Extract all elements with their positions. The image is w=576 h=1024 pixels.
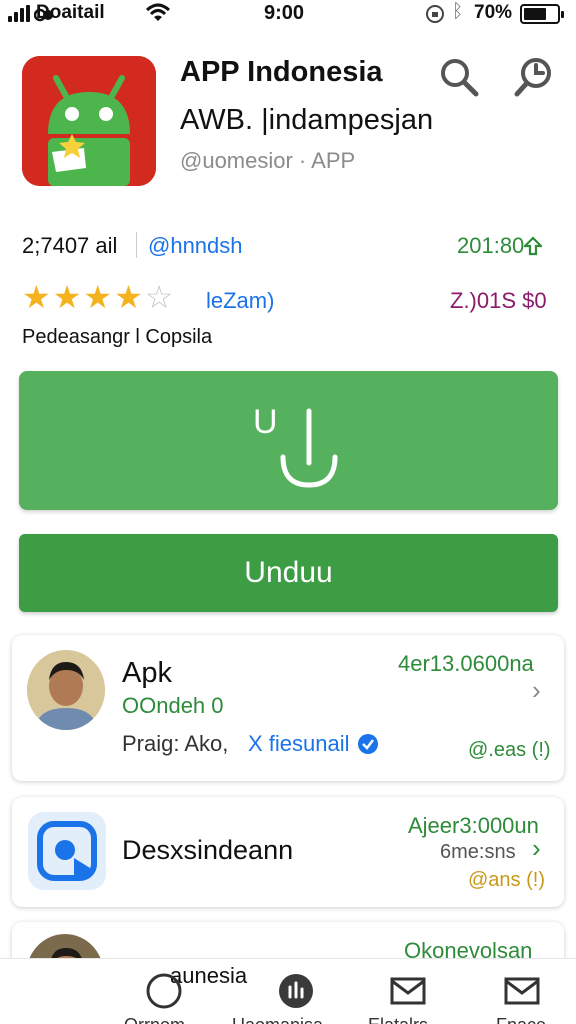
apps-icon bbox=[279, 974, 313, 1008]
downloads-count: 2;7407 ail bbox=[22, 233, 118, 258]
wifi-icon bbox=[146, 3, 170, 21]
circle-icon bbox=[146, 973, 182, 1009]
bluetooth-icon: ᛒ bbox=[452, 1, 464, 22]
android-robot-icon bbox=[22, 56, 156, 186]
rating-stars: ★ ★ ★ ★ ☆ bbox=[22, 280, 173, 314]
card-meta-mid: 6me:sns bbox=[440, 841, 516, 863]
star-icon: ★ bbox=[114, 279, 143, 315]
nav-label-apps: Uaomanisa bbox=[232, 1015, 323, 1024]
history-icon[interactable] bbox=[512, 54, 556, 98]
nav-item-home[interactable] bbox=[140, 967, 188, 1015]
mail-icon bbox=[504, 977, 540, 1005]
touch-icon bbox=[280, 408, 338, 488]
open-button[interactable]: U bbox=[19, 371, 558, 510]
card-detail: Praig: Ako, bbox=[122, 731, 229, 756]
star-icon: ★ bbox=[52, 279, 82, 315]
card-meta-top: 4er13.0600na bbox=[398, 651, 534, 676]
price-label: Z.)01S $0 bbox=[450, 288, 547, 313]
app-icon bbox=[22, 56, 156, 186]
card-meta-bottom: @ans (!) bbox=[468, 869, 545, 891]
divider bbox=[136, 232, 137, 258]
nav-label-home: Orrnom bbox=[124, 1015, 185, 1024]
bottom-navigation: aunesia Orrnom Uaomanisa Elatalrs Fnace bbox=[0, 958, 576, 1024]
search-icon[interactable] bbox=[436, 54, 480, 98]
battery-icon bbox=[520, 4, 564, 24]
chevron-right-icon[interactable]: › bbox=[532, 833, 541, 864]
rating-label[interactable]: leZam) bbox=[206, 288, 274, 314]
clock: 9:00 bbox=[264, 2, 305, 24]
star-icon: ☆ bbox=[144, 279, 174, 315]
size-info: 201:80 bbox=[457, 233, 543, 259]
card-meta-top: Ajeer3:000un bbox=[408, 813, 539, 838]
category-label: Pedeasangr l Copsila bbox=[22, 326, 213, 348]
nav-item-inbox[interactable] bbox=[498, 967, 546, 1015]
mail-icon bbox=[390, 977, 426, 1005]
app-tile-icon bbox=[28, 812, 106, 890]
rotation-lock-icon bbox=[426, 5, 444, 23]
card-link[interactable]: X fiesunail bbox=[248, 731, 350, 757]
app-subtitle: AWB. |indampesjan bbox=[180, 104, 434, 136]
card-meta-bottom: @.eas (!) bbox=[468, 739, 551, 761]
chevron-right-icon[interactable]: › bbox=[532, 675, 541, 706]
nav-item-messages[interactable] bbox=[384, 967, 432, 1015]
developer-handle-link[interactable]: @hnndsh bbox=[148, 233, 243, 259]
avatar bbox=[27, 650, 105, 730]
nav-item-apps[interactable] bbox=[272, 967, 320, 1015]
download-button[interactable]: Unduu bbox=[19, 534, 558, 612]
update-icon bbox=[524, 236, 543, 256]
status-bar: Doaitail 9:00 ᛒ 70% bbox=[0, 0, 576, 28]
app-title: APP Indonesia bbox=[180, 56, 383, 88]
card-title: Apk bbox=[122, 657, 172, 689]
battery-percent: 70% bbox=[474, 2, 513, 23]
verified-icon bbox=[358, 734, 378, 754]
list-item[interactable]: Desxsindeann Ajeer3:000un 6me:sns › @ans… bbox=[12, 797, 564, 907]
size-label: 201:80 bbox=[457, 233, 525, 258]
carrier-label: Doaitail bbox=[36, 2, 105, 23]
open-button-label: U bbox=[253, 403, 278, 441]
star-icon: ★ bbox=[22, 279, 51, 315]
card-title: Desxsindeann bbox=[122, 835, 294, 865]
nav-label-messages: Elatalrs bbox=[368, 1015, 428, 1024]
card-subtitle: OOndeh 0 bbox=[122, 693, 224, 718]
developer-label[interactable]: @uomesior · APP bbox=[180, 148, 355, 174]
star-icon: ★ bbox=[83, 279, 113, 315]
nav-label-inbox: Fnace bbox=[496, 1015, 546, 1024]
list-item[interactable]: Apk OOndeh 0 Praig: Ako, X fiesunail 4er… bbox=[12, 635, 564, 781]
